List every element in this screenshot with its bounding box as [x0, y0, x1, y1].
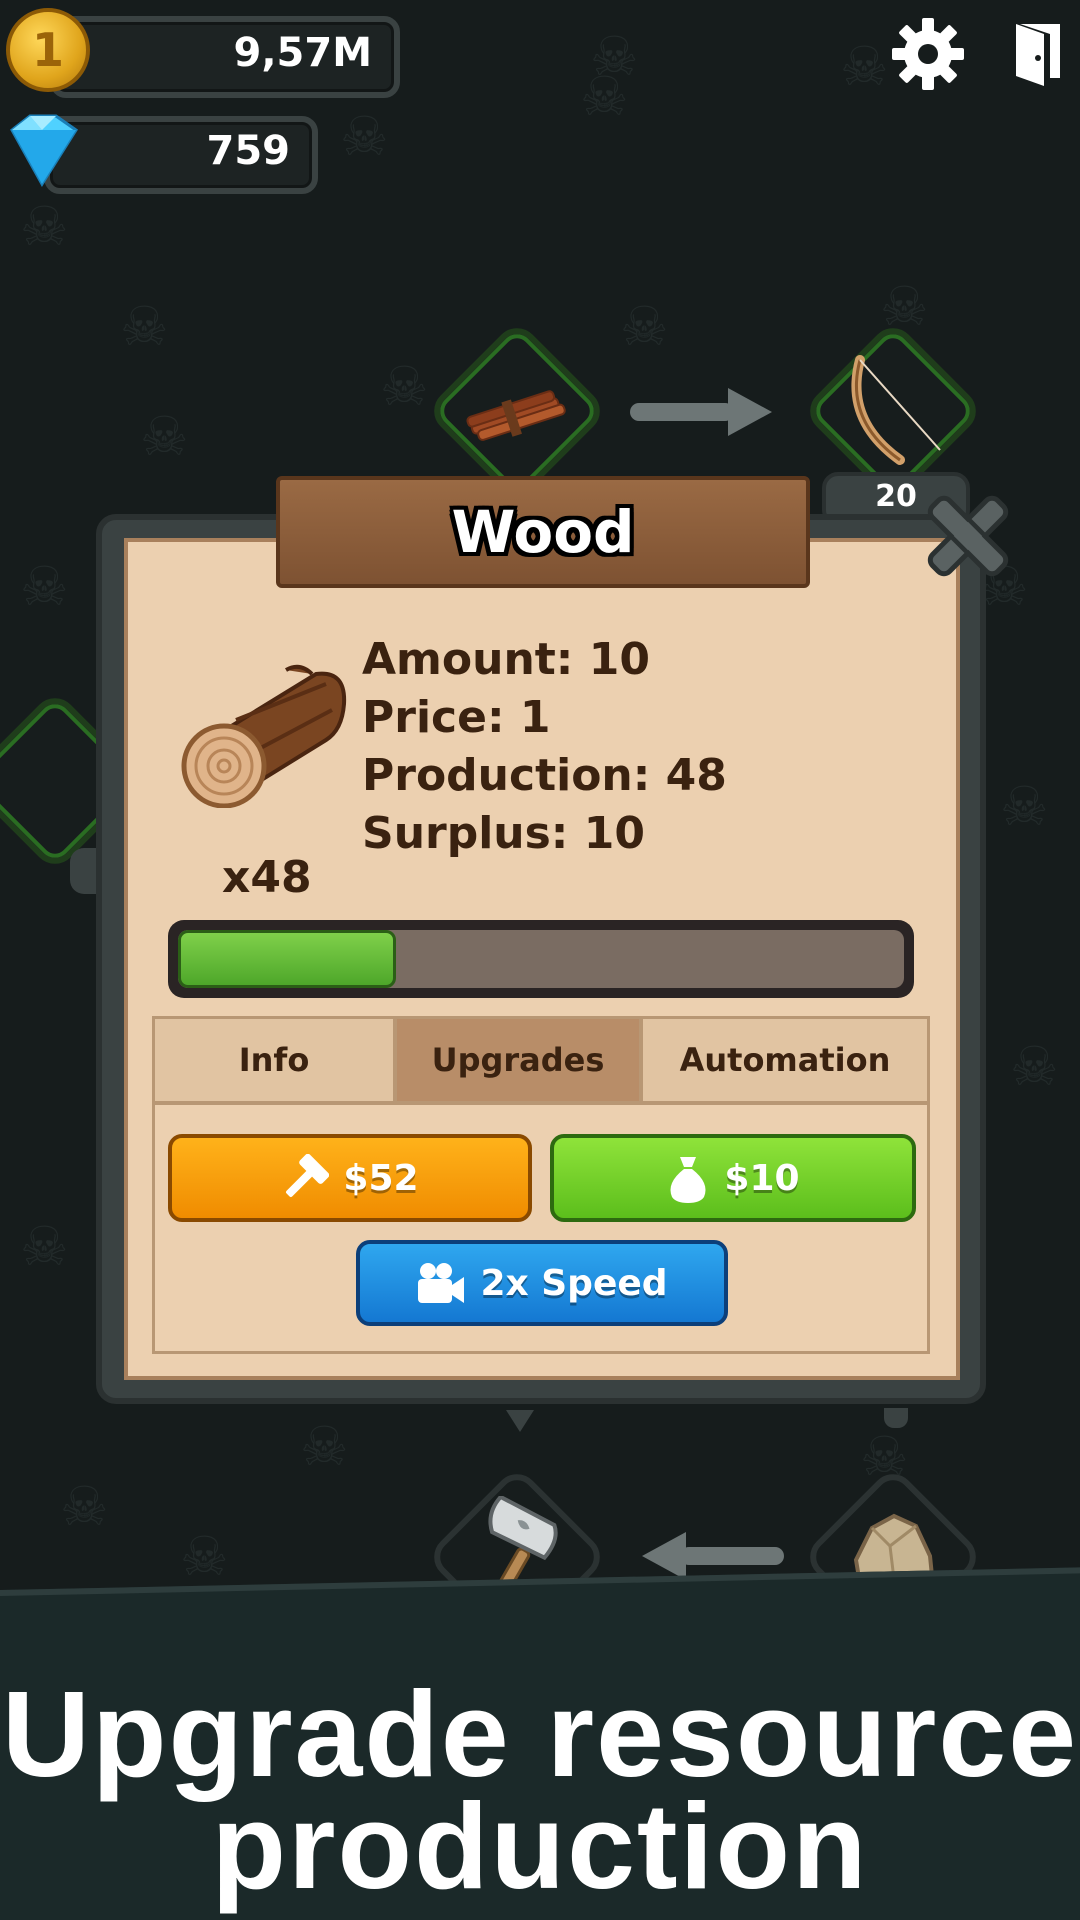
log-icon: [181, 664, 347, 808]
progress-track: [178, 930, 904, 988]
gem-counter: 759: [44, 116, 318, 194]
bow-icon: [851, 355, 941, 465]
progress-fill: [178, 930, 396, 988]
skull-ghost-icon: ☠: [840, 35, 889, 98]
exit-door-icon[interactable]: [1010, 20, 1066, 88]
money-bag-icon: [670, 1157, 706, 1203]
skull-ghost-icon: ☠: [20, 555, 69, 618]
pointer-knob: [884, 1408, 908, 1428]
tab-automation[interactable]: Automation: [640, 1016, 930, 1104]
hammer-small-icon: [286, 1154, 330, 1197]
production-multiplier: x48: [222, 852, 312, 903]
coin-amount: 9,57M: [233, 30, 373, 76]
skull-ghost-icon: ☠: [140, 405, 189, 468]
skull-ghost-icon: ☠: [20, 195, 69, 258]
video-camera-icon: [418, 1263, 465, 1303]
skull-ghost-icon: ☠: [120, 295, 169, 358]
close-icon[interactable]: [918, 486, 1018, 586]
tab-info-label: Info: [238, 1041, 310, 1079]
speed-boost-button[interactable]: 2x Speed: [356, 1240, 728, 1326]
coin-counter: 9,57M: [50, 16, 400, 98]
arrow-right-icon: [630, 388, 772, 436]
skull-ghost-icon: ☠: [340, 105, 389, 168]
stat-amount: Amount: 10: [362, 634, 650, 685]
popup-title: Wood: [451, 498, 635, 566]
stat-production: Production: 48: [362, 750, 727, 801]
speed-boost-label: 2x Speed: [480, 1262, 668, 1304]
skull-ghost-icon: ☠: [1010, 1035, 1059, 1098]
gear-icon[interactable]: [890, 16, 966, 92]
skull-ghost-icon: ☠: [880, 275, 929, 338]
skull-ghost-icon: ☠: [180, 1525, 229, 1588]
tab-automation-label: Automation: [679, 1041, 891, 1079]
gem-amount: 759: [206, 128, 291, 174]
production-progress-bar: [168, 920, 914, 998]
caption-line-2: production: [211, 1778, 869, 1914]
stat-price: Price: 1: [362, 692, 551, 743]
upgrade-price: $52: [343, 1157, 419, 1199]
sticks-icon: [466, 390, 566, 441]
skull-ghost-icon: ☠: [620, 295, 669, 358]
tab-info[interactable]: Info: [152, 1016, 396, 1104]
popup-title-plank: Wood: [276, 476, 810, 588]
skull-ghost-icon: ☠: [300, 1415, 349, 1478]
tab-upgrades-label: Upgrades: [431, 1041, 605, 1079]
tab-upgrades[interactable]: Upgrades: [394, 1016, 642, 1104]
stat-surplus: Surplus: 10: [362, 808, 645, 859]
gem-icon: [10, 114, 79, 187]
sell-button[interactable]: $10: [550, 1134, 916, 1222]
skull-ghost-icon: ☠: [1000, 775, 1049, 838]
upgrade-button[interactable]: $52: [168, 1134, 532, 1222]
coin-icon: 1: [6, 8, 90, 92]
skull-ghost-icon: ☠: [580, 65, 629, 128]
coin-symbol: 1: [31, 23, 64, 77]
skull-ghost-icon: ☠: [60, 1475, 109, 1538]
skull-ghost-icon: ☠: [380, 355, 429, 418]
skull-ghost-icon: ☠: [20, 1215, 69, 1278]
pointer-down-icon: [506, 1410, 534, 1432]
sell-price: $10: [724, 1157, 800, 1199]
bow-count: 20: [875, 479, 917, 514]
